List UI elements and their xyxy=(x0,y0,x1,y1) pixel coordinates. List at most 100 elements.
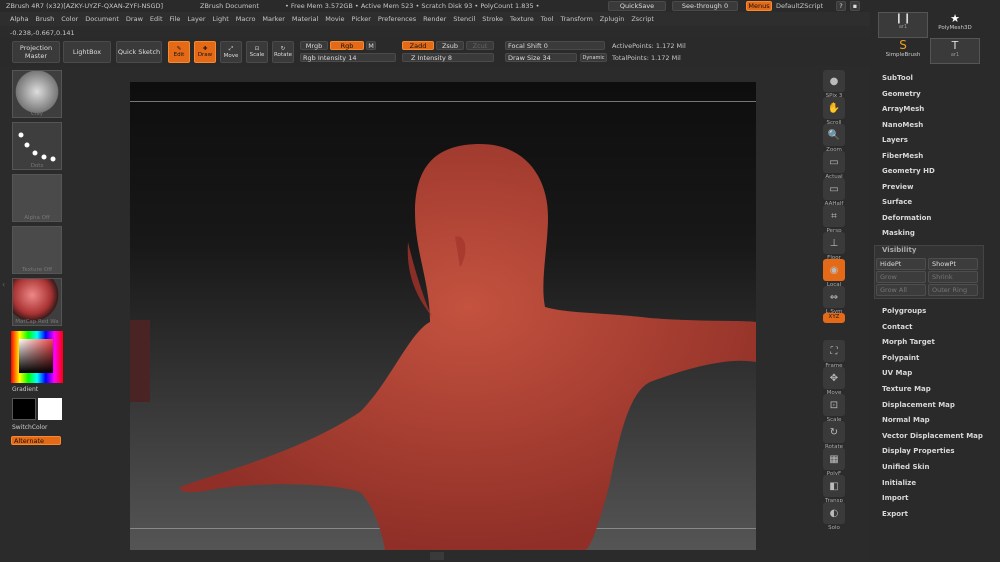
color-picker[interactable] xyxy=(11,331,63,383)
tool-aahalf-button[interactable]: ▭ xyxy=(823,178,845,200)
menu-picker[interactable]: Picker xyxy=(352,15,371,23)
shrink-button[interactable]: Shrink xyxy=(928,271,978,283)
hidept-button[interactable]: HidePt xyxy=(876,258,926,270)
subpalette-display-properties[interactable]: Display Properties xyxy=(882,447,955,455)
projection-master-button[interactable]: Projection Master xyxy=(12,41,60,63)
tool-scroll-button[interactable]: ✋ xyxy=(823,97,845,119)
subpalette-geometry[interactable]: Geometry xyxy=(882,90,921,98)
subpalette-polygroups[interactable]: Polygroups xyxy=(882,307,926,315)
canvas-viewport[interactable]: ✛ xyxy=(130,82,756,550)
menu-layer[interactable]: Layer xyxy=(187,15,205,23)
see-through-slider[interactable]: See-through 0 xyxy=(672,1,738,11)
menu-file[interactable]: File xyxy=(170,15,181,23)
layout-icon[interactable]: ▪ xyxy=(850,1,860,11)
menu-stroke[interactable]: Stroke xyxy=(482,15,503,23)
tool-local-button[interactable]: ◉ xyxy=(823,259,845,281)
tool-thumb-simplebrush[interactable]: S SimpleBrush xyxy=(878,38,928,64)
lightbox-button[interactable]: LightBox xyxy=(63,41,111,63)
gradient-label[interactable]: Gradient xyxy=(12,386,38,393)
outer-ring-button[interactable]: Outer Ring xyxy=(928,284,978,296)
subpalette-import[interactable]: Import xyxy=(882,494,909,502)
sculpted-model[interactable] xyxy=(130,82,756,550)
subpalette-deformation[interactable]: Deformation xyxy=(882,214,931,222)
subpalette-morph-target[interactable]: Morph Target xyxy=(882,338,935,346)
left-collapse-arrow-icon[interactable]: ‹ xyxy=(2,280,8,294)
tool-spix-3-button[interactable]: ● xyxy=(823,70,845,92)
subpalette-contact[interactable]: Contact xyxy=(882,323,913,331)
menu-document[interactable]: Document xyxy=(85,15,119,23)
mrgb-button[interactable]: Mrgb xyxy=(300,41,328,50)
menus-button[interactable]: Menus xyxy=(746,1,772,11)
tool-thumb-ar1-second[interactable]: Tar1 xyxy=(930,38,980,64)
tool-transp-button[interactable]: ◧ xyxy=(823,475,845,497)
tool-floor-button[interactable]: ⊥ xyxy=(823,232,845,254)
menu-color[interactable]: Color xyxy=(61,15,78,23)
tool-persp-button[interactable]: ⌗ xyxy=(823,205,845,227)
color-square[interactable] xyxy=(19,339,53,373)
subpalette-export[interactable]: Export xyxy=(882,510,908,518)
menu-material[interactable]: Material xyxy=(292,15,318,23)
subpalette-fibermesh[interactable]: FiberMesh xyxy=(882,152,923,160)
menu-zscript[interactable]: Zscript xyxy=(631,15,654,23)
tool-l-sym-button[interactable]: ⇔ xyxy=(823,286,845,308)
rotate-button[interactable]: ↻ Rotate xyxy=(272,41,294,63)
tool-actual-button[interactable]: ▭ xyxy=(823,151,845,173)
subpalette-surface[interactable]: Surface xyxy=(882,198,912,206)
menu-texture[interactable]: Texture xyxy=(510,15,534,23)
z-intensity-slider[interactable]: Z Intensity 8 xyxy=(402,53,494,62)
canvas-bottom-handle-icon[interactable] xyxy=(430,552,444,560)
subpalette-unified-skin[interactable]: Unified Skin xyxy=(882,463,930,471)
grow-button[interactable]: Grow xyxy=(876,271,926,283)
subpalette-normal-map[interactable]: Normal Map xyxy=(882,416,930,424)
subpalette-vector-displacement-map[interactable]: Vector Displacement Map xyxy=(882,432,983,440)
tool-polyf-button[interactable]: ▦ xyxy=(823,448,845,470)
subpalette-uv-map[interactable]: UV Map xyxy=(882,369,912,377)
zscript-label[interactable]: DefaultZScript xyxy=(776,2,823,10)
secondary-color-swatch[interactable] xyxy=(38,398,62,420)
menu-render[interactable]: Render xyxy=(423,15,446,23)
tool-solo-button[interactable]: ◐ xyxy=(823,502,845,524)
subpalette-polypaint[interactable]: Polypaint xyxy=(882,354,919,362)
menu-zplugin[interactable]: Zplugin xyxy=(600,15,625,23)
menu-macro[interactable]: Macro xyxy=(236,15,256,23)
m-button[interactable]: M xyxy=(366,41,376,50)
menu-light[interactable]: Light xyxy=(213,15,229,23)
move-button[interactable]: ⤢ Move xyxy=(220,41,242,63)
showpt-button[interactable]: ShowPt xyxy=(928,258,978,270)
subpalette-geometry-hd[interactable]: Geometry HD xyxy=(882,167,935,175)
scale-button[interactable]: ⊡ Scale xyxy=(246,41,268,63)
draw-button[interactable]: ✚ Draw xyxy=(194,41,216,63)
tool-thumb-polymesh3d[interactable]: ★ PolyMesh3D xyxy=(930,12,980,38)
zadd-button[interactable]: Zadd xyxy=(402,41,434,50)
zsub-button[interactable]: Zsub xyxy=(436,41,464,50)
subpalette-texture-map[interactable]: Texture Map xyxy=(882,385,931,393)
edit-button[interactable]: ✎ Edit xyxy=(168,41,190,63)
quicksave-button[interactable]: QuickSave xyxy=(608,1,666,11)
visibility-header[interactable]: Visibility xyxy=(882,246,916,254)
help-icon[interactable]: ? xyxy=(836,1,846,11)
menu-alpha[interactable]: Alpha xyxy=(10,15,28,23)
dynamic-button[interactable]: Dynamic xyxy=(580,53,607,62)
switchcolor-button[interactable]: SwitchColor xyxy=(12,424,48,431)
draw-size-slider[interactable]: Draw Size 34 xyxy=(505,53,577,62)
rgb-intensity-slider[interactable]: Rgb Intensity 14 xyxy=(300,53,396,62)
main-color-swatch[interactable] xyxy=(12,398,36,420)
tool-frame-button[interactable]: ⛶ xyxy=(823,340,845,362)
menu-stencil[interactable]: Stencil xyxy=(453,15,475,23)
menu-draw[interactable]: Draw xyxy=(126,15,143,23)
menu-preferences[interactable]: Preferences xyxy=(378,15,416,23)
rgb-button[interactable]: Rgb xyxy=(330,41,364,50)
menu-brush[interactable]: Brush xyxy=(35,15,54,23)
tool-thumb-ar1[interactable]: ❙❙ ar1 xyxy=(878,12,928,38)
subpalette-nanomesh[interactable]: NanoMesh xyxy=(882,121,923,129)
menu-movie[interactable]: Movie xyxy=(325,15,344,23)
subpalette-displacement-map[interactable]: Displacement Map xyxy=(882,401,955,409)
subpalette-masking[interactable]: Masking xyxy=(882,229,915,237)
menu-marker[interactable]: Marker xyxy=(262,15,284,23)
menu-transform[interactable]: Transform xyxy=(560,15,592,23)
menu-edit[interactable]: Edit xyxy=(150,15,163,23)
grow-all-button[interactable]: Grow All xyxy=(876,284,926,296)
subpalette-preview[interactable]: Preview xyxy=(882,183,914,191)
tool-move-button[interactable]: ✥ xyxy=(823,367,845,389)
zcut-button[interactable]: Zcut xyxy=(466,41,494,50)
